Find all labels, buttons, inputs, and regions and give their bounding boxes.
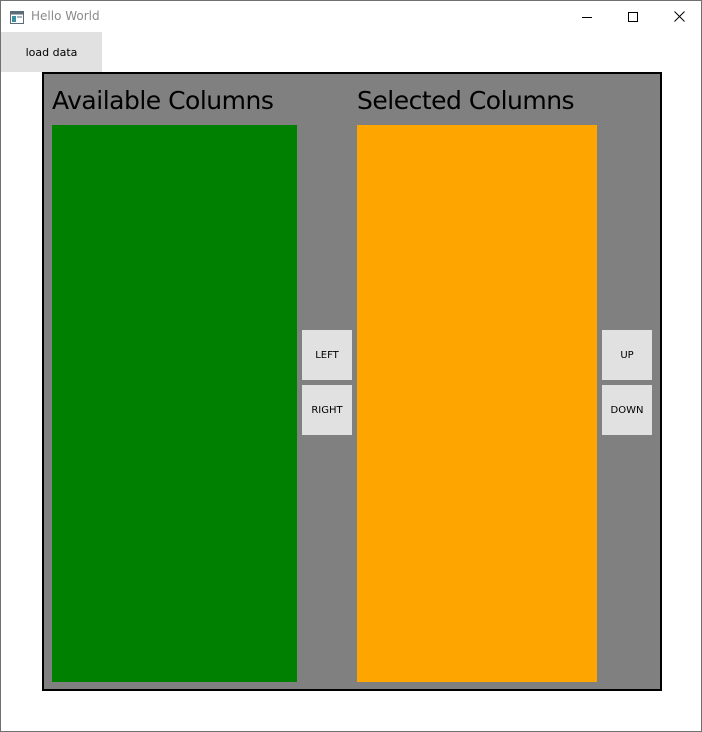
move-left-button[interactable]: LEFT [302,330,352,380]
close-button[interactable] [656,1,702,31]
app-window-icon [10,9,24,24]
selected-columns-list[interactable] [357,125,597,682]
title-bar[interactable]: Hello World [1,1,701,31]
main-window: Hello World load data Available Columns … [0,0,702,732]
move-up-button[interactable]: UP [602,330,652,380]
window-title: Hello World [31,9,100,23]
maximize-icon [628,7,638,26]
minimize-button[interactable] [564,1,610,31]
available-columns-title: Available Columns [52,86,274,115]
maximize-button[interactable] [610,1,656,31]
close-icon [673,7,685,26]
selected-columns-title: Selected Columns [357,86,575,115]
load-data-button[interactable]: load data [1,32,102,72]
available-columns-list[interactable] [52,125,297,682]
move-right-button[interactable]: RIGHT [302,385,352,435]
move-down-button[interactable]: DOWN [602,385,652,435]
column-selector-panel: Available Columns Selected Columns LEFT … [42,72,662,691]
minimize-icon [582,7,592,26]
